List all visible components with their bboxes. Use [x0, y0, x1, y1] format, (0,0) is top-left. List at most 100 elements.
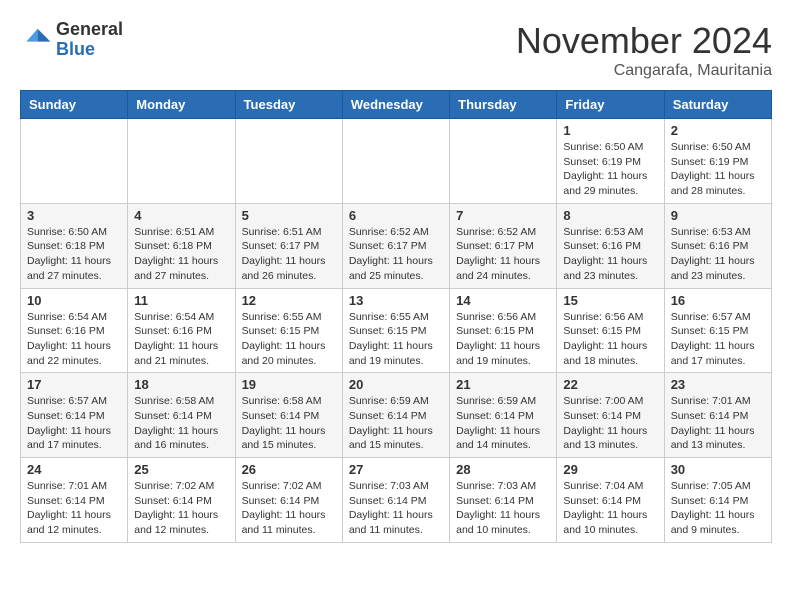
weekday-wednesday: Wednesday: [342, 91, 449, 119]
day-info: Sunrise: 7:05 AM Sunset: 6:14 PM Dayligh…: [671, 479, 765, 538]
calendar-day-20: 20 Sunrise: 6:59 AM Sunset: 6:14 PM Dayli…: [342, 373, 449, 458]
calendar-day-6: 6 Sunrise: 6:52 AM Sunset: 6:17 PM Daylig…: [342, 203, 449, 288]
day-number: 6: [349, 208, 443, 223]
day-info: Sunrise: 6:52 AM Sunset: 6:17 PM Dayligh…: [349, 225, 443, 284]
day-info: Sunrise: 6:54 AM Sunset: 6:16 PM Dayligh…: [134, 310, 228, 369]
calendar-day-4: 4 Sunrise: 6:51 AM Sunset: 6:18 PM Daylig…: [128, 203, 235, 288]
day-number: 7: [456, 208, 550, 223]
weekday-monday: Monday: [128, 91, 235, 119]
day-number: 30: [671, 462, 765, 477]
day-info: Sunrise: 7:00 AM Sunset: 6:14 PM Dayligh…: [563, 394, 657, 453]
day-number: 19: [242, 377, 336, 392]
day-number: 2: [671, 123, 765, 138]
day-info: Sunrise: 7:02 AM Sunset: 6:14 PM Dayligh…: [242, 479, 336, 538]
calendar-empty-cell: [450, 119, 557, 204]
day-number: 3: [27, 208, 121, 223]
day-number: 13: [349, 293, 443, 308]
weekday-friday: Friday: [557, 91, 664, 119]
calendar-day-10: 10Sunrise: 6:54 AM Sunset: 6:16 PM Dayli…: [21, 288, 128, 373]
day-info: Sunrise: 6:54 AM Sunset: 6:16 PM Dayligh…: [27, 310, 121, 369]
calendar-day-3: 3 Sunrise: 6:50 AM Sunset: 6:18 PM Daylig…: [21, 203, 128, 288]
calendar-day-22: 22Sunrise: 7:00 AM Sunset: 6:14 PM Dayli…: [557, 373, 664, 458]
calendar-day-26: 26 Sunrise: 7:02 AM Sunset: 6:14 PM Dayli…: [235, 458, 342, 543]
month-title: November 2024: [516, 20, 772, 62]
calendar-day-28: 28Sunrise: 7:03 AM Sunset: 6:14 PM Dayli…: [450, 458, 557, 543]
calendar-day-17: 17Sunrise: 6:57 AM Sunset: 6:14 PM Dayli…: [21, 373, 128, 458]
day-info: Sunrise: 6:57 AM Sunset: 6:15 PM Dayligh…: [671, 310, 765, 369]
day-number: 1: [563, 123, 657, 138]
calendar-day-8: 8 Sunrise: 6:53 AM Sunset: 6:16 PM Daylig…: [557, 203, 664, 288]
calendar-day-30: 30 Sunrise: 7:05 AM Sunset: 6:14 PM Dayli…: [664, 458, 771, 543]
day-info: Sunrise: 7:01 AM Sunset: 6:14 PM Dayligh…: [671, 394, 765, 453]
calendar-day-29: 29Sunrise: 7:04 AM Sunset: 6:14 PM Dayli…: [557, 458, 664, 543]
day-info: Sunrise: 6:53 AM Sunset: 6:16 PM Dayligh…: [563, 225, 657, 284]
day-number: 21: [456, 377, 550, 392]
calendar-day-19: 19 Sunrise: 6:58 AM Sunset: 6:14 PM Dayli…: [235, 373, 342, 458]
day-info: Sunrise: 6:50 AM Sunset: 6:19 PM Dayligh…: [563, 140, 657, 199]
calendar-day-18: 18 Sunrise: 6:58 AM Sunset: 6:14 PM Dayli…: [128, 373, 235, 458]
day-number: 9: [671, 208, 765, 223]
day-number: 11: [134, 293, 228, 308]
logo-icon: [20, 24, 52, 56]
day-number: 27: [349, 462, 443, 477]
calendar-day-23: 23 Sunrise: 7:01 AM Sunset: 6:14 PM Dayli…: [664, 373, 771, 458]
day-info: Sunrise: 6:51 AM Sunset: 6:17 PM Dayligh…: [242, 225, 336, 284]
day-info: Sunrise: 6:58 AM Sunset: 6:14 PM Dayligh…: [242, 394, 336, 453]
calendar-day-11: 11 Sunrise: 6:54 AM Sunset: 6:16 PM Dayli…: [128, 288, 235, 373]
weekday-tuesday: Tuesday: [235, 91, 342, 119]
weekday-sunday: Sunday: [21, 91, 128, 119]
day-info: Sunrise: 6:55 AM Sunset: 6:15 PM Dayligh…: [242, 310, 336, 369]
calendar-week-1: 1 Sunrise: 6:50 AM Sunset: 6:19 PM Daylig…: [21, 119, 772, 204]
day-info: Sunrise: 6:51 AM Sunset: 6:18 PM Dayligh…: [134, 225, 228, 284]
day-number: 4: [134, 208, 228, 223]
calendar-day-14: 14 Sunrise: 6:56 AM Sunset: 6:15 PM Dayli…: [450, 288, 557, 373]
day-info: Sunrise: 6:56 AM Sunset: 6:15 PM Dayligh…: [456, 310, 550, 369]
page-header: General Blue November 2024 Cangarafa, Ma…: [20, 20, 772, 80]
calendar-day-13: 13 Sunrise: 6:55 AM Sunset: 6:15 PM Dayli…: [342, 288, 449, 373]
calendar-day-5: 5Sunrise: 6:51 AM Sunset: 6:17 PM Daylig…: [235, 203, 342, 288]
day-info: Sunrise: 6:59 AM Sunset: 6:14 PM Dayligh…: [349, 394, 443, 453]
day-number: 14: [456, 293, 550, 308]
calendar-empty-cell: [21, 119, 128, 204]
calendar-day-7: 7 Sunrise: 6:52 AM Sunset: 6:17 PM Daylig…: [450, 203, 557, 288]
logo: General Blue: [20, 20, 123, 60]
calendar-table: SundayMondayTuesdayWednesdayThursdayFrid…: [20, 90, 772, 543]
calendar-header: SundayMondayTuesdayWednesdayThursdayFrid…: [21, 91, 772, 119]
calendar-week-2: 3 Sunrise: 6:50 AM Sunset: 6:18 PM Daylig…: [21, 203, 772, 288]
day-number: 25: [134, 462, 228, 477]
day-info: Sunrise: 7:04 AM Sunset: 6:14 PM Dayligh…: [563, 479, 657, 538]
day-info: Sunrise: 6:55 AM Sunset: 6:15 PM Dayligh…: [349, 310, 443, 369]
calendar-day-1: 1 Sunrise: 6:50 AM Sunset: 6:19 PM Daylig…: [557, 119, 664, 204]
day-info: Sunrise: 7:02 AM Sunset: 6:14 PM Dayligh…: [134, 479, 228, 538]
calendar-day-25: 25 Sunrise: 7:02 AM Sunset: 6:14 PM Dayli…: [128, 458, 235, 543]
day-number: 16: [671, 293, 765, 308]
weekday-saturday: Saturday: [664, 91, 771, 119]
title-block: November 2024 Cangarafa, Mauritania: [516, 20, 772, 80]
calendar-day-27: 27 Sunrise: 7:03 AM Sunset: 6:14 PM Dayli…: [342, 458, 449, 543]
weekday-thursday: Thursday: [450, 91, 557, 119]
day-info: Sunrise: 6:50 AM Sunset: 6:19 PM Dayligh…: [671, 140, 765, 199]
day-number: 26: [242, 462, 336, 477]
day-info: Sunrise: 6:56 AM Sunset: 6:15 PM Dayligh…: [563, 310, 657, 369]
day-number: 18: [134, 377, 228, 392]
calendar-empty-cell: [128, 119, 235, 204]
calendar-day-24: 24 Sunrise: 7:01 AM Sunset: 6:14 PM Dayli…: [21, 458, 128, 543]
day-info: Sunrise: 7:01 AM Sunset: 6:14 PM Dayligh…: [27, 479, 121, 538]
day-number: 20: [349, 377, 443, 392]
calendar-day-21: 21 Sunrise: 6:59 AM Sunset: 6:14 PM Dayli…: [450, 373, 557, 458]
day-info: Sunrise: 6:57 AM Sunset: 6:14 PM Dayligh…: [27, 394, 121, 453]
calendar-week-5: 24 Sunrise: 7:01 AM Sunset: 6:14 PM Dayli…: [21, 458, 772, 543]
day-number: 8: [563, 208, 657, 223]
day-info: Sunrise: 6:50 AM Sunset: 6:18 PM Dayligh…: [27, 225, 121, 284]
day-info: Sunrise: 6:58 AM Sunset: 6:14 PM Dayligh…: [134, 394, 228, 453]
calendar-week-3: 10Sunrise: 6:54 AM Sunset: 6:16 PM Dayli…: [21, 288, 772, 373]
calendar-empty-cell: [342, 119, 449, 204]
day-info: Sunrise: 6:52 AM Sunset: 6:17 PM Dayligh…: [456, 225, 550, 284]
calendar-empty-cell: [235, 119, 342, 204]
day-info: Sunrise: 7:03 AM Sunset: 6:14 PM Dayligh…: [349, 479, 443, 538]
day-info: Sunrise: 6:59 AM Sunset: 6:14 PM Dayligh…: [456, 394, 550, 453]
day-info: Sunrise: 7:03 AM Sunset: 6:14 PM Dayligh…: [456, 479, 550, 538]
day-number: 23: [671, 377, 765, 392]
calendar-day-15: 15Sunrise: 6:56 AM Sunset: 6:15 PM Dayli…: [557, 288, 664, 373]
day-number: 24: [27, 462, 121, 477]
